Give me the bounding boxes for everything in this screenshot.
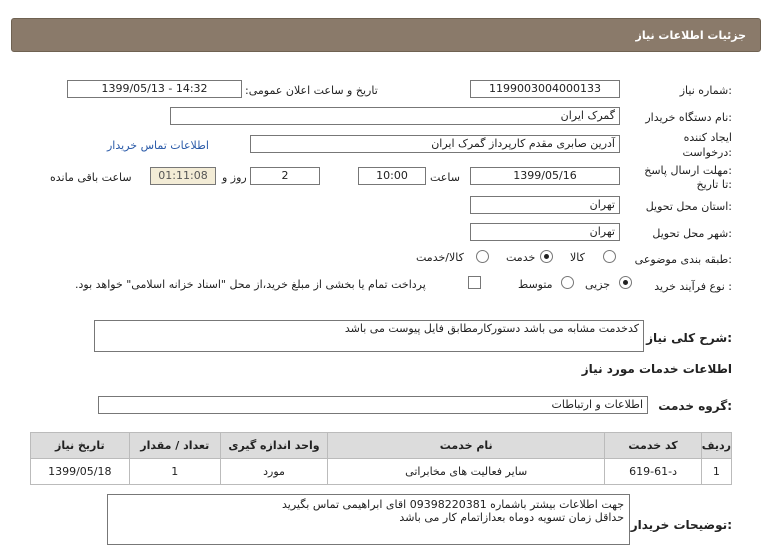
city-label: شهر محل تحویل:	[652, 227, 732, 240]
deadline-time-label: ساعت	[430, 171, 460, 184]
page-header: جزئیات اطلاعات نیاز	[11, 18, 761, 52]
cell-row-no: 1	[700, 458, 733, 485]
need-number-label: شماره نیاز:	[679, 84, 732, 97]
description-field[interactable]: کدخدمت مشابه می باشد دستورکارمطابق فایل …	[94, 320, 644, 352]
buyer-org-field[interactable]: گمرک ایران	[170, 107, 620, 125]
table-row[interactable]: 1 د-61-619 سایر فعالیت های مخابراتی مورد…	[30, 458, 733, 485]
cell-quantity: 1	[128, 458, 221, 485]
cell-service-name: سایر فعالیت های مخابراتی	[327, 458, 606, 485]
category-option-goods: کالا	[570, 251, 585, 264]
col-header-need-date: تاریخ نیاز	[30, 432, 130, 459]
days-label: روز و	[222, 171, 247, 184]
buyer-notes-line-1: جهت اطلاعات بیشتر باشماره 09398220381 اق…	[281, 498, 624, 511]
col-header-row-no: ردیف	[700, 432, 733, 459]
page-title: جزئیات اطلاعات نیاز	[635, 29, 747, 42]
buyer-contact-link[interactable]: اطلاعات تماس خریدار	[107, 139, 209, 152]
announce-label: تاریخ و ساعت اعلان عمومی:	[245, 84, 378, 97]
process-label: نوع فرآیند خرید :	[654, 280, 732, 293]
deadline-time-field[interactable]: 10:00	[358, 167, 426, 185]
col-header-service-name: نام خدمت	[327, 432, 606, 459]
service-group-field[interactable]: اطلاعات و ارتباطات	[98, 396, 648, 414]
category-label: طبقه بندی موضوعی:	[634, 253, 732, 266]
city-field[interactable]: تهران	[470, 223, 620, 241]
description-label: شرح کلی نیاز:	[646, 331, 732, 345]
buyer-org-label: نام دستگاه خریدار:	[645, 111, 732, 124]
buyer-notes-line-2: حداقل زمان تسویه دوماه بعدازاتمام کار می…	[399, 511, 624, 524]
service-group-label: گروه خدمت:	[658, 399, 732, 413]
category-radio-goods[interactable]	[603, 250, 616, 263]
province-label: استان محل تحویل:	[645, 200, 732, 213]
province-field[interactable]: تهران	[470, 196, 620, 214]
process-radio-minor[interactable]	[619, 276, 632, 289]
deadline-date-field[interactable]: 1399/05/16	[470, 167, 620, 185]
category-radio-service[interactable]	[540, 250, 553, 263]
category-radio-both[interactable]	[476, 250, 489, 263]
process-option-minor: جزیی	[585, 278, 611, 291]
creator-label-2: درخواست:	[682, 146, 733, 159]
need-number-field[interactable]: 1199003004000133	[470, 80, 620, 98]
process-radio-medium[interactable]	[561, 276, 574, 289]
creator-label-1: ایجاد کننده	[683, 131, 732, 144]
category-option-service: خدمت	[506, 251, 536, 264]
col-header-quantity: تعداد / مقدار	[128, 432, 221, 459]
treasury-payment-note: پرداخت تمام یا بخشی از مبلغ خرید،از محل …	[75, 278, 426, 291]
buyer-notes-field[interactable]: جهت اطلاعات بیشتر باشماره 09398220381 اق…	[107, 494, 630, 545]
services-table: ردیف کد خدمت نام خدمت واحد اندازه گیری ت…	[30, 432, 733, 485]
category-option-both: کالا/خدمت	[416, 251, 464, 264]
creator-field[interactable]: آدرین صابری مقدم کارپرداز گمرک ایران	[250, 135, 620, 153]
deadline-days-field[interactable]: 2	[250, 167, 320, 185]
remaining-label: ساعت باقی مانده	[50, 171, 132, 184]
process-option-medium: متوسط	[518, 278, 553, 291]
col-header-service-code: کد خدمت	[604, 432, 702, 459]
services-section-title: اطلاعات خدمات مورد نیاز	[581, 362, 732, 376]
remaining-time-field: 01:11:08	[150, 167, 216, 185]
announce-field[interactable]: 1399/05/13 - 14:32	[67, 80, 242, 98]
cell-unit: مورد	[219, 458, 329, 485]
treasury-payment-checkbox[interactable]	[468, 276, 481, 289]
cell-service-code: د-61-619	[604, 458, 702, 485]
col-header-unit: واحد اندازه گیری	[219, 432, 329, 459]
table-header-row: ردیف کد خدمت نام خدمت واحد اندازه گیری ت…	[30, 432, 733, 459]
deadline-label-1: مهلت ارسال پاسخ:	[644, 164, 732, 177]
deadline-label-2: تا تاریخ:	[696, 178, 732, 191]
buyer-notes-label: توضیحات خریدار:	[630, 518, 732, 532]
cell-need-date: 1399/05/18	[30, 458, 130, 485]
